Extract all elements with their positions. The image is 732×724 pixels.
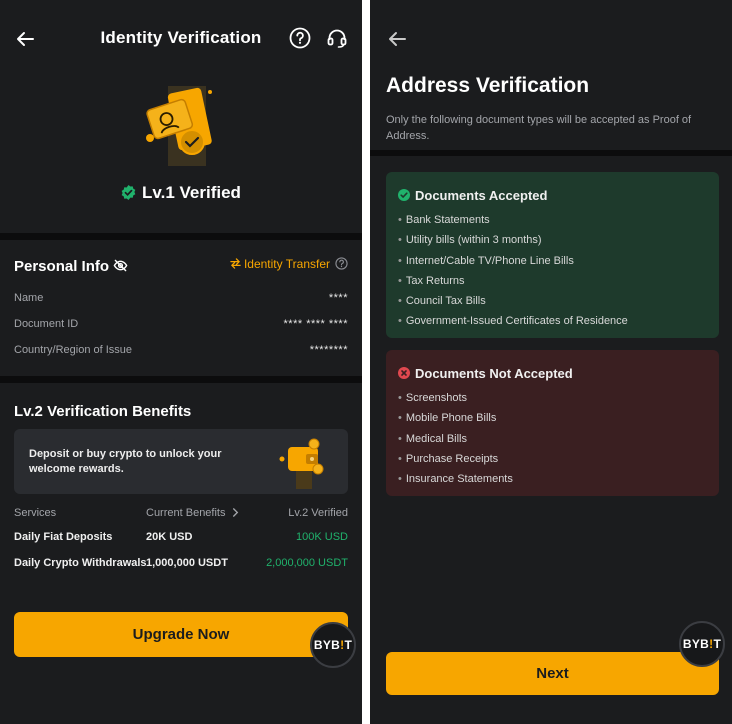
bybit-floating-badge[interactable]: BYB!T [679, 621, 725, 667]
list-item-text: Screenshots [405, 392, 468, 404]
list-item: • Purchase Receipts [398, 452, 499, 465]
next-button[interactable]: Next [386, 652, 719, 695]
welcome-rewards-banner[interactable]: Deposit or buy crypto to unlock your wel… [14, 429, 348, 494]
column-current-label: Current Benefits [146, 507, 226, 519]
current-benefit: 20K USD [146, 531, 193, 543]
info-row-document-id: Document ID **** **** **** [14, 318, 348, 334]
documents-not-accepted-card: Documents Not Accepted • Screenshots • Mob… [386, 350, 719, 496]
page-subtitle: Only the following document types will b… [386, 114, 692, 142]
address-verification-screen: Address Verification Only the following … [370, 0, 732, 724]
section-divider [0, 233, 362, 240]
verified-check-icon [121, 185, 136, 200]
table-row: Daily Fiat Deposits 20K USD 100K USD [14, 531, 348, 547]
id-document-illustration [146, 86, 212, 166]
lv2-benefit: 2,000,000 USDT [266, 557, 348, 569]
top-bar: Identity Verification [0, 0, 362, 76]
list-item-text: Mobile Phone Bills [405, 412, 497, 425]
personal-info-label: Personal Info [14, 258, 110, 275]
benefits-title: Lv.2 Verification Benefits [14, 403, 192, 420]
card-title: Documents Accepted [398, 186, 707, 204]
info-label: Country/Region of Issue [14, 344, 133, 356]
info-row-country: Country/Region of Issue ******** [14, 344, 348, 360]
list-item: • Bank Statements [398, 214, 490, 226]
identity-transfer-link[interactable]: Identity Transfer [230, 257, 348, 271]
status-label: Lv.1 Verified [142, 183, 241, 202]
column-current-benefits[interactable]: Current Benefits [146, 507, 240, 519]
card-title: Documents Not Accepted [398, 364, 707, 382]
table-row: Daily Crypto Withdrawals 1,000,000 USDT … [14, 557, 348, 573]
list-item: • Tax Returns [398, 274, 465, 287]
chevron-right-icon [233, 508, 239, 517]
list-item: • Insurance Statements [398, 473, 513, 486]
list-item: • Mobile Phone Bills [398, 412, 497, 425]
identity-transfer-label: Identity Transfer [243, 257, 330, 271]
list-item: • Screenshots [398, 392, 468, 404]
badge-text-end: T [713, 637, 722, 651]
list-item: • Utility bills (within 3 months) [398, 234, 542, 247]
info-label: Name [14, 292, 44, 304]
list-item-text: Government-Issued Certificates of Reside… [405, 315, 628, 328]
list-item: • Council Tax Bills [398, 295, 486, 308]
eye-off-icon[interactable] [113, 258, 128, 273]
service-name: Daily Crypto Withdrawals [14, 557, 147, 569]
list-item-text: Utility bills (within 3 months) [405, 234, 542, 247]
list-item-text: Tax Returns [405, 274, 465, 287]
not-accepted-title: Documents Not Accepted [415, 365, 573, 381]
list-item-text: Insurance Statements [405, 473, 513, 486]
section-divider [0, 376, 362, 383]
back-arrow-icon[interactable] [386, 28, 408, 50]
section-divider [370, 150, 732, 156]
personal-info-title: Personal Info [14, 258, 128, 275]
current-benefit: 1,000,000 USDT [146, 557, 228, 569]
check-circle-icon [398, 189, 410, 201]
not-accepted-list: • Screenshots • Mobile Phone Bills • Medica… [398, 388, 707, 489]
column-lv2-verified: Lv.2 Verified [288, 507, 348, 519]
list-item: • Medical Bills [398, 432, 467, 445]
list-item: • Internet/Cable TV/Phone Line Bills [398, 254, 574, 267]
documents-accepted-card: Documents Accepted • Bank Statements • Uti… [386, 172, 719, 338]
promo-text: Deposit or buy crypto to unlock your wel… [29, 448, 222, 475]
list-item-text: Internet/Cable TV/Phone Line Bills [405, 254, 574, 267]
verification-status: Lv.1 Verified [0, 183, 362, 203]
badge-text: BYB [682, 637, 710, 651]
column-services: Services [14, 507, 57, 519]
list-item-text: Medical Bills [405, 432, 467, 445]
info-value: **** **** **** [283, 318, 348, 330]
list-item-text: Council Tax Bills [405, 295, 486, 308]
help-icon[interactable] [289, 27, 311, 49]
info-value: ******** [309, 344, 348, 356]
info-value: **** [328, 292, 348, 304]
info-row-name: Name **** [14, 292, 348, 308]
service-name: Daily Fiat Deposits [14, 531, 113, 543]
x-circle-icon [398, 367, 410, 379]
benefits-table-header: Services Current Benefits Lv.2 Verified [14, 507, 348, 523]
info-icon[interactable] [335, 257, 348, 270]
list-item: • Government-Issued Certificates of Resid… [398, 315, 628, 328]
headset-icon[interactable] [326, 27, 348, 49]
verification-hero: Lv.1 Verified [0, 76, 362, 234]
accepted-title: Documents Accepted [415, 187, 548, 203]
lv2-benefit: 100K USD [296, 531, 348, 543]
upgrade-now-button[interactable]: Upgrade Now [14, 612, 348, 657]
identity-verification-screen: Identity Verification Lv.1 Verified Pers… [0, 0, 362, 724]
bybit-floating-badge[interactable]: BYB!T [310, 622, 356, 668]
info-label: Document ID [14, 318, 79, 330]
list-item-text: Bank Statements [405, 214, 490, 226]
list-item-text: Purchase Receipts [405, 452, 499, 465]
badge-text: BYB [313, 638, 341, 652]
accepted-list: • Bank Statements • Utility bills (within … [398, 210, 707, 332]
page-title: Address Verification [386, 74, 590, 97]
badge-text-end: T [344, 638, 353, 652]
wallet-illustration [279, 438, 324, 489]
transfer-icon [230, 258, 241, 269]
